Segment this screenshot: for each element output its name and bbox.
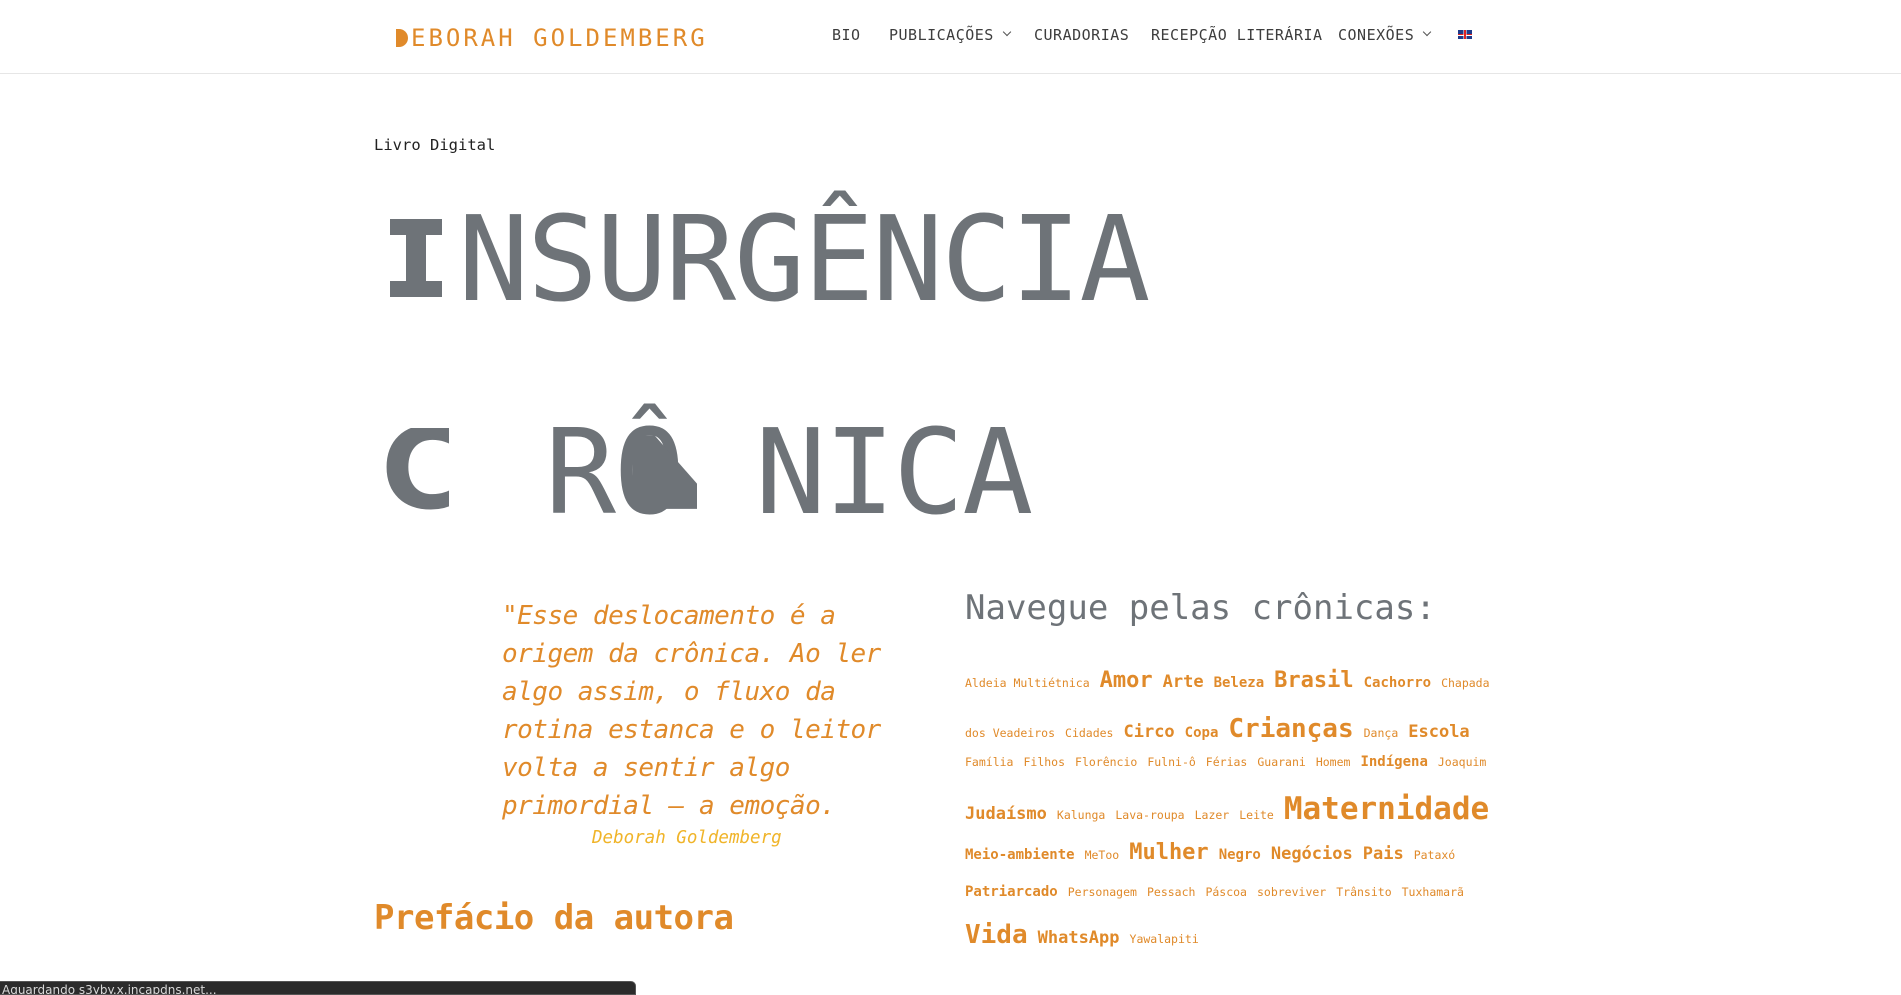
tag-link[interactable]: Circo <box>1123 722 1174 742</box>
hero-title-text: NSURGÊNCIA <box>458 190 1150 328</box>
quote-author: Deborah Goldemberg <box>592 828 782 848</box>
nav-label: RECEPÇÃO LITERÁRIA <box>1151 26 1323 44</box>
preface-heading[interactable]: Prefácio da autora <box>374 898 734 938</box>
nav-label: CONEXÕES <box>1338 26 1415 44</box>
hero-title-line-1: NSURGÊNCIA <box>458 200 1150 318</box>
tag-cloud-title: Navegue pelas crônicas: <box>965 588 1436 628</box>
tag-link[interactable]: Negócios <box>1271 844 1353 864</box>
tag-cloud-row: Judaísmo Kalunga Lava-roupa Lazer Leite Mater… <box>965 791 1499 827</box>
tag-link[interactable]: Kalunga <box>1057 808 1105 822</box>
tag-link[interactable]: Cidades <box>1065 726 1113 740</box>
tag-link[interactable]: Patriarcado <box>965 884 1058 900</box>
nav-item-conexoes[interactable]: CONEXÕES <box>1338 26 1432 44</box>
tag-cloud-row: Vida WhatsApp Yawalapiti <box>965 920 1209 950</box>
tag-link[interactable]: Indígena <box>1360 754 1427 770</box>
tag-link[interactable]: Beleza <box>1214 675 1265 691</box>
tag-link[interactable]: Chapada <box>1441 676 1489 690</box>
tag-cloud-row: Família Filhos Florêncio Fulni-ô Férias Guara… <box>965 751 1496 770</box>
tag-link[interactable]: Tuxhamarã <box>1402 885 1464 899</box>
tag-link[interactable]: Leite <box>1239 808 1274 822</box>
nav-label: CURADORIAS <box>1034 26 1130 44</box>
tag-link[interactable]: Trânsito <box>1336 885 1391 899</box>
tag-link[interactable]: Judaísmo <box>965 804 1047 824</box>
tag-link[interactable]: sobreviver <box>1257 885 1326 899</box>
nav-item-recepcao-literaria[interactable]: RECEPÇÃO LITERÁRIA <box>1151 26 1323 44</box>
hero-title-text: NICA <box>755 403 1033 541</box>
tag-link[interactable]: Personagem <box>1068 885 1137 899</box>
tag-link[interactable]: Negro <box>1219 847 1261 863</box>
status-text: Aguardando s3yby.x.incapdns.net... <box>2 983 217 995</box>
tag-link[interactable]: Maternidade <box>1284 791 1489 827</box>
hero-letter-c-block: C <box>381 428 449 512</box>
hero-title-line-2: RÔ NICA <box>545 413 1033 531</box>
tag-link[interactable]: WhatsApp <box>1038 928 1120 948</box>
tag-link[interactable]: Homem <box>1316 755 1351 769</box>
nav-item-publicacoes[interactable]: PUBLICAÇÕES <box>889 26 1012 44</box>
tag-link[interactable]: Fulni-ô <box>1147 755 1195 769</box>
tag-link[interactable]: Pataxó <box>1414 848 1456 862</box>
tag-link[interactable]: Escola <box>1408 722 1469 742</box>
browser-status-bar: Aguardando s3yby.x.incapdns.net... <box>0 981 636 995</box>
nav-label: PUBLICAÇÕES <box>889 26 994 44</box>
tag-link[interactable]: Lazer <box>1195 808 1230 822</box>
pull-quote: "Esse deslocamento é a origem da crônica… <box>502 601 881 821</box>
tag-link[interactable]: Copa <box>1185 725 1219 741</box>
tag-link[interactable]: Família <box>965 755 1013 769</box>
tag-link[interactable]: Dança <box>1364 726 1399 740</box>
tag-link[interactable]: Férias <box>1206 755 1248 769</box>
site-header: DEBORAH GOLDEMBERG BIO PUBLICAÇÕES CURAD… <box>0 0 1901 74</box>
tag-link[interactable]: Joaquim <box>1438 755 1486 769</box>
hero-letter-i-block <box>390 219 442 297</box>
tag-link[interactable]: Vida <box>965 920 1028 950</box>
tag-link[interactable]: dos Veadeiros <box>965 726 1055 740</box>
tag-link[interactable]: Meio-ambiente <box>965 847 1075 863</box>
tag-link[interactable]: Lava-roupa <box>1115 808 1184 822</box>
tag-link[interactable]: Cachorro <box>1364 675 1431 691</box>
tag-link[interactable]: Guarani <box>1257 755 1305 769</box>
uk-flag-icon[interactable] <box>1458 30 1472 39</box>
tag-cloud-row: dos Veadeiros Cidades Circo Copa Crianças Dan… <box>965 714 1480 744</box>
tag-link[interactable]: Filhos <box>1023 755 1065 769</box>
tag-link[interactable]: Florêncio <box>1075 755 1137 769</box>
tag-link[interactable]: Yawalapiti <box>1130 932 1199 946</box>
tag-link[interactable]: Pais <box>1363 844 1404 864</box>
tag-link[interactable]: Aldeia Multiétnica <box>965 676 1090 690</box>
tag-link[interactable]: Brasil <box>1274 668 1353 693</box>
tag-cloud-row: Meio-ambiente MeToo Mulher Negro Negócios Pai… <box>965 840 1465 865</box>
tag-link[interactable]: Crianças <box>1228 714 1353 744</box>
tag-link[interactable]: Pessach <box>1147 885 1195 899</box>
tag-cloud-row: Aldeia Multiétnica Amor Arte Beleza Brasil Ca… <box>965 668 1500 693</box>
chevron-down-icon <box>1002 27 1012 37</box>
category-kicker: Livro Digital <box>374 136 496 154</box>
tag-link[interactable]: Mulher <box>1129 840 1208 865</box>
tag-link[interactable]: Amor <box>1100 668 1153 693</box>
main-nav: BIO PUBLICAÇÕES CURADORIAS RECEPÇÃO LITE… <box>0 22 1901 52</box>
chevron-down-icon <box>1423 27 1432 37</box>
nav-label: BIO <box>832 26 861 44</box>
nav-item-curadorias[interactable]: CURADORIAS <box>1034 26 1129 44</box>
tag-cloud-row: Patriarcado Personagem Pessach Páscoa sobrev… <box>965 881 1474 900</box>
hero-letter-n-block <box>633 435 697 509</box>
tag-link[interactable]: Páscoa <box>1205 885 1247 899</box>
tag-link[interactable]: MeToo <box>1085 848 1120 862</box>
nav-item-bio[interactable]: BIO <box>832 26 861 44</box>
tag-link[interactable]: Arte <box>1163 672 1204 692</box>
